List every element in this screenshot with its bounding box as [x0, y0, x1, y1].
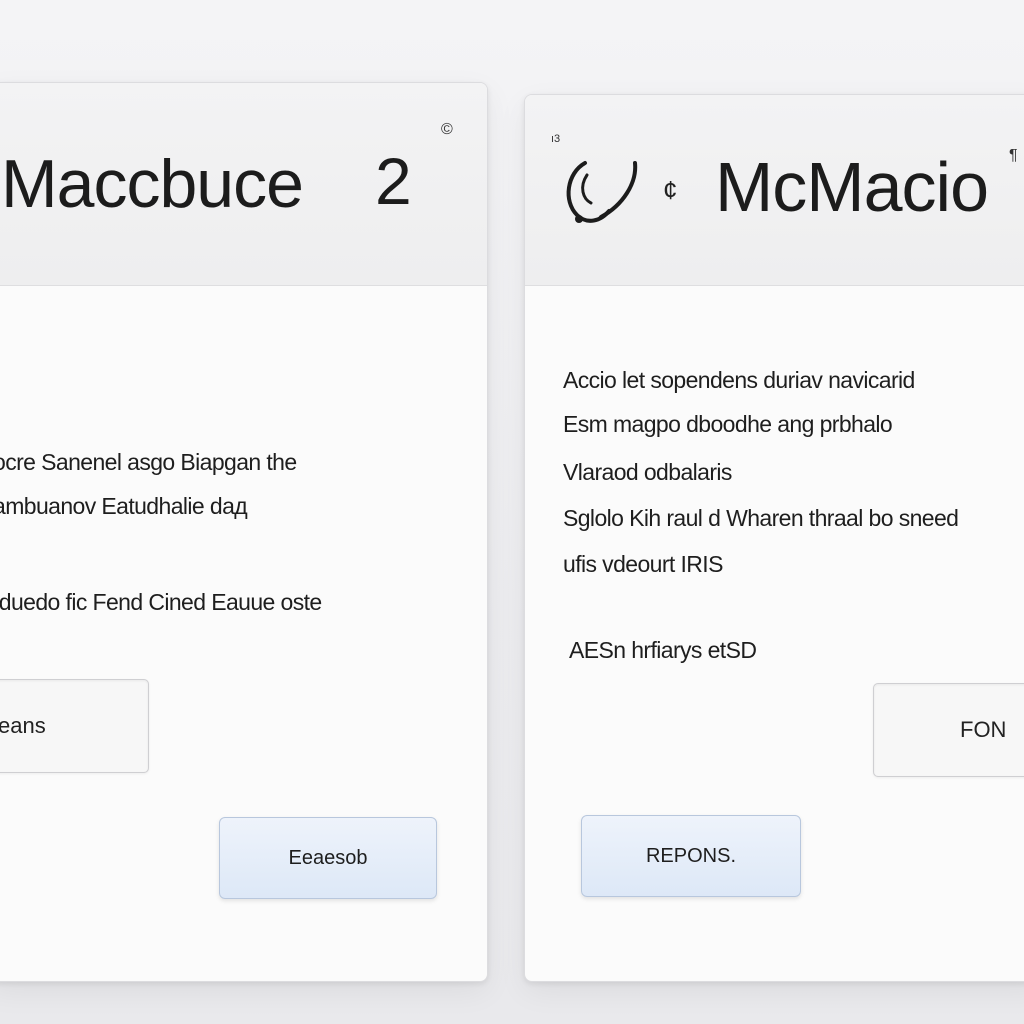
app-logo-small-icon: ¢: [663, 175, 678, 205]
right-dialog-title: McMacio: [715, 148, 989, 226]
left-dialog-header: Maccbuce 2 ©: [0, 83, 487, 286]
desktop-background: Maccbuce 2 © ocre Sanenel asgo Biapgan t…: [0, 0, 1024, 1024]
left-body-line-2: ambuanov Eatudhalie daд: [0, 493, 248, 519]
left-dialog-corner-icon[interactable]: ©: [441, 121, 453, 139]
right-body-line-2: Esm magpo dboodhe ang prbhalo: [563, 411, 893, 437]
left-dialog-title-number: 2: [375, 144, 412, 218]
right-input-value: FON: [960, 717, 1007, 742]
left-action-button[interactable]: Eeaesob: [219, 817, 437, 899]
right-body-line-6: AESn hrfiarys etSD: [569, 637, 757, 663]
app-logo-icon: [566, 161, 638, 223]
right-dialog-corner-icon[interactable]: ı3: [551, 133, 560, 145]
right-dialog-header: ı3 ¢ McMacio ¶: [525, 95, 1024, 286]
left-body-line-1: ocre Sanenel asgo Biapgan the: [0, 449, 297, 475]
right-action-button[interactable]: REPONS.: [581, 815, 801, 897]
left-dialog: Maccbuce 2 © ocre Sanenel asgo Biapgan t…: [0, 82, 488, 982]
right-body-line-1: Accio let sopendens duriav navicarid: [563, 367, 915, 393]
right-body-line-4: Sglolo Kih raul d Wharen thraal bo sneed: [563, 505, 959, 531]
right-action-button-label: REPONS.: [645, 844, 737, 867]
right-dialog: ı3 ¢ McMacio ¶ Accio let sopendens duria…: [524, 94, 1024, 982]
left-input-field[interactable]: eans: [0, 679, 149, 773]
left-input-value: eans: [0, 713, 46, 738]
right-body-line-5: ufis vdeourt IRIS: [563, 551, 723, 577]
left-dialog-title: Maccbuce: [1, 146, 304, 222]
right-input-field[interactable]: FON: [873, 683, 1024, 777]
right-dialog-bell-icon[interactable]: ¶: [1009, 147, 1018, 165]
left-action-button-label: Eeaesob: [288, 846, 368, 869]
right-body-line-3: Vlaraod odbalaris: [563, 459, 732, 485]
left-body-line-3: Iduedo fic Fend Cined Eauue oste: [0, 589, 322, 615]
